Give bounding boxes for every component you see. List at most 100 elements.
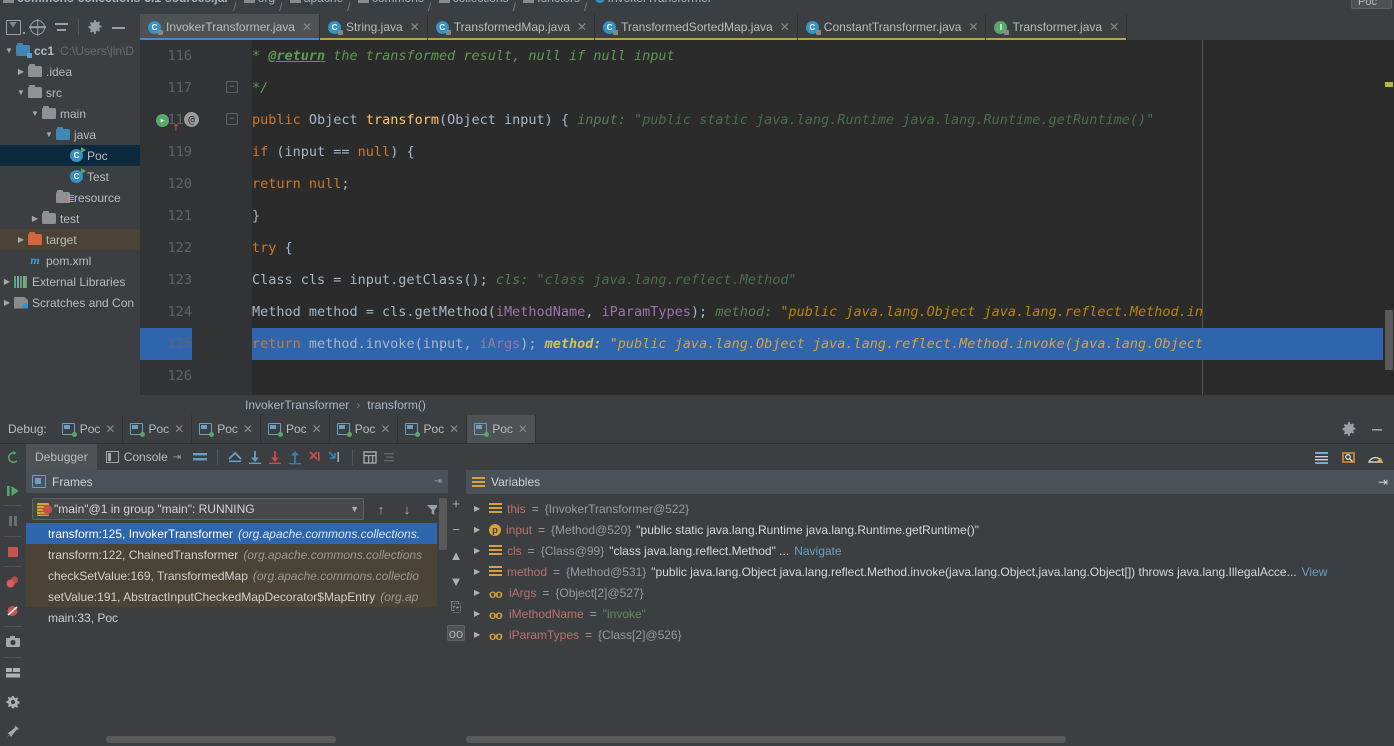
breadcrumb-item-functors[interactable]: functors: [520, 0, 583, 4]
close-icon[interactable]: ✕: [577, 20, 587, 34]
frame-row[interactable]: main:33, Poc: [26, 607, 448, 628]
pin-tab-icon[interactable]: ⇥: [1378, 475, 1388, 489]
chevron-right-icon[interactable]: [14, 67, 28, 76]
error-stripe-marker[interactable]: [1385, 82, 1393, 87]
breadcrumb-item-jar[interactable]: commons-collections-3.1-sources.jar: [0, 0, 232, 4]
annotation-gutter-icon[interactable]: @: [184, 112, 199, 127]
layout-toggle-icon[interactable]: [190, 447, 210, 467]
close-icon[interactable]: ✕: [410, 20, 420, 34]
thread-select[interactable]: "main"@1 in group "main": RUNNING ▼: [32, 498, 364, 520]
close-icon[interactable]: ✕: [780, 20, 790, 34]
tree-item-resources[interactable]: resource: [0, 187, 140, 208]
pin-tab-icon[interactable]: [0, 717, 26, 746]
frame-row[interactable]: setValue:191, AbstractInputCheckedMapDec…: [26, 586, 448, 607]
code-line-125[interactable]: 125 return method.invoke(input, iArgs); …: [140, 328, 1394, 360]
tree-item-java[interactable]: java: [0, 124, 140, 145]
stop-icon[interactable]: [0, 537, 26, 566]
breadcrumb-class[interactable]: InvokerTransformer: [245, 398, 349, 412]
breadcrumb-item-org[interactable]: org: [241, 0, 278, 4]
tree-item-external-libraries[interactable]: External Libraries: [0, 271, 140, 292]
tree-item-src[interactable]: src: [0, 82, 140, 103]
project-tree-pane[interactable]: cc1 C:\Users\jin\D .idea src main java C…: [0, 40, 140, 398]
add-watch-icon[interactable]: +: [447, 495, 465, 511]
move-down-icon[interactable]: ▼: [447, 573, 465, 589]
variable-row-iparamtypes[interactable]: ▶ oo iParamTypes = {Class[2]@526}: [466, 624, 1394, 645]
editor-tab-invokertransformer[interactable]: C InvokerTransformer.java ✕: [140, 14, 320, 40]
code-line-117[interactable]: 117 − */: [168, 72, 1394, 104]
tree-item-test-class[interactable]: C Test: [0, 166, 140, 187]
console-stack-icon[interactable]: [1313, 450, 1330, 465]
debug-tab-poc-4[interactable]: Poc ✕: [261, 415, 330, 443]
chevron-down-icon[interactable]: [14, 88, 28, 97]
view-breakpoints-icon[interactable]: [0, 567, 26, 596]
debug-tab-poc-7[interactable]: Poc ✕: [467, 415, 536, 443]
code-line-122[interactable]: 122 try {: [168, 232, 1394, 264]
frames-list[interactable]: transform:125, InvokerTransformer (org.a…: [26, 523, 448, 628]
close-icon[interactable]: ✕: [518, 422, 528, 436]
code-line-118[interactable]: 118 ▸ ↑ @ − public Object transform(Obje…: [156, 104, 1394, 136]
collapse-all-icon[interactable]: [54, 20, 69, 35]
code-line-116[interactable]: 116 * @return the transformed result, nu…: [168, 40, 1394, 72]
debug-tab-poc-5[interactable]: Poc ✕: [330, 415, 399, 443]
tree-item-scratches[interactable]: Scratches and Con: [0, 292, 140, 313]
chevron-right-icon[interactable]: ▶: [474, 504, 484, 513]
chevron-down-icon[interactable]: [28, 109, 42, 118]
breadcrumb-item-class[interactable]: InvokerTransformer: [592, 0, 715, 4]
breadcrumb-method[interactable]: transform(): [367, 398, 426, 412]
chevron-down-icon[interactable]: ▼: [350, 504, 359, 514]
locate-target-icon[interactable]: [30, 19, 45, 35]
chevron-right-icon[interactable]: [14, 235, 28, 244]
editor-vertical-scrollbar[interactable]: [1383, 40, 1394, 395]
screenshot-icon[interactable]: [0, 627, 26, 656]
code-line-124[interactable]: 124 Method method = cls.getMethod(iMetho…: [168, 296, 1394, 328]
debug-tab-poc-2[interactable]: Poc ✕: [123, 415, 193, 443]
close-icon[interactable]: ✕: [174, 422, 184, 436]
tree-item-cc1[interactable]: cc1 C:\Users\jin\D: [0, 40, 140, 61]
tree-item-target[interactable]: target: [0, 229, 140, 250]
editor-code-area[interactable]: 116 * @return the transformed result, nu…: [140, 40, 1394, 395]
view-link[interactable]: View: [1302, 565, 1328, 579]
scrollbar-thumb[interactable]: [1385, 310, 1393, 370]
mute-breakpoints-icon[interactable]: [380, 447, 400, 467]
chevron-right-icon[interactable]: [28, 214, 42, 223]
variable-row-iargs[interactable]: ▶ oo iArgs = {Object[2]@527}: [466, 582, 1394, 603]
close-icon[interactable]: ✕: [380, 422, 390, 436]
profiler-icon[interactable]: [1367, 450, 1384, 465]
variable-row-cls[interactable]: ▶ cls = {Class@99} "class java.lang.refl…: [466, 540, 1394, 561]
step-into-icon[interactable]: [265, 447, 285, 467]
run-to-cursor-icon[interactable]: [325, 447, 345, 467]
pin-tab-icon[interactable]: ⇥: [434, 476, 442, 487]
show-execution-point-icon[interactable]: [225, 447, 245, 467]
close-icon[interactable]: ✕: [105, 422, 115, 436]
chevron-right-icon[interactable]: ▶: [474, 588, 484, 597]
resume-program-icon[interactable]: [0, 476, 26, 505]
chevron-right-icon[interactable]: ▶: [474, 567, 484, 576]
code-line-121[interactable]: 121 }: [168, 200, 1394, 232]
layout-settings-icon[interactable]: [0, 658, 26, 687]
close-icon[interactable]: ✕: [302, 20, 312, 34]
code-line-123[interactable]: 123 Class cls = input.getClass(); cls: "…: [168, 264, 1394, 296]
chevron-right-icon[interactable]: ▶: [474, 630, 484, 639]
editor-tab-transformedsortedmap[interactable]: C TransformedSortedMap.java ✕: [595, 14, 798, 40]
variable-row-method[interactable]: ▶ method = {Method@531} "public java.lan…: [466, 561, 1394, 582]
editor-tab-constanttransformer[interactable]: C ConstantTransformer.java ✕: [797, 14, 987, 40]
copy-value-icon[interactable]: ⎘: [447, 599, 465, 615]
settings-gear-icon[interactable]: [88, 20, 102, 34]
variables-horizontal-scrollbar[interactable]: [466, 736, 1066, 743]
editor-tab-string[interactable]: C String.java ✕: [320, 14, 428, 40]
code-line-120[interactable]: 120 return null;: [168, 168, 1394, 200]
run-configuration-selector[interactable]: Poc: [1351, 0, 1392, 9]
pause-program-icon[interactable]: [0, 506, 26, 535]
rerun-icon[interactable]: [0, 450, 26, 465]
fold-collapse-icon[interactable]: −: [226, 113, 238, 125]
frame-row[interactable]: checkSetValue:169, TransformedMap (org.a…: [26, 565, 448, 586]
chevron-right-icon[interactable]: [0, 277, 14, 286]
settings-gear-icon[interactable]: [0, 687, 26, 716]
minimize-panel-icon[interactable]: [1370, 422, 1384, 436]
remove-watch-icon[interactable]: −: [447, 521, 465, 537]
tree-item-pom[interactable]: m pom.xml: [0, 250, 140, 271]
code-line-119[interactable]: 119 if (input == null) {: [168, 136, 1394, 168]
force-step-into-icon[interactable]: [285, 447, 305, 467]
variable-row-imethodname[interactable]: ▶ oo iMethodName = "invoke": [466, 603, 1394, 624]
variables-list[interactable]: ▶ this = {InvokerTransformer@522} ▶ p in…: [466, 494, 1394, 645]
